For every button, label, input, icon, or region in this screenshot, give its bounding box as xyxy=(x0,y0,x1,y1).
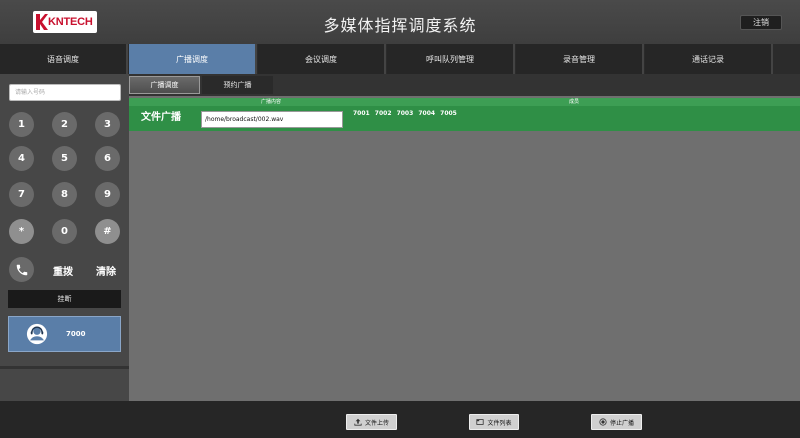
dial-key-4[interactable]: 4 xyxy=(9,146,34,171)
broadcast-table-header: 广播内容 成员 xyxy=(129,98,800,106)
clear-button[interactable]: 清除 xyxy=(96,263,116,278)
tab-recording[interactable]: 录音管理 xyxy=(516,44,644,74)
dialpad-panel: 1 2 3 4 5 6 7 8 9 * 0 # 重拨 清除 挂断 xyxy=(0,74,129,438)
dial-key-2[interactable]: 2 xyxy=(52,112,77,137)
hangup-button[interactable]: 挂断 xyxy=(8,290,121,308)
dial-key-8[interactable]: 8 xyxy=(52,182,77,207)
sub-tab-bar: 广播调度 预约广播 xyxy=(129,74,800,96)
stop-broadcast-label: 停止广播 xyxy=(609,419,634,427)
file-upload-label: 文件上传 xyxy=(364,419,389,427)
dial-key-9[interactable]: 9 xyxy=(95,182,120,207)
dial-key-5[interactable]: 5 xyxy=(52,146,77,171)
broadcast-members: 7001 7002 7003 7004 7005 xyxy=(353,110,457,117)
phone-icon xyxy=(16,264,27,275)
header-broadcast-content: 广播内容 xyxy=(261,99,282,105)
dial-key-hash[interactable]: # xyxy=(95,219,120,244)
tab-conference-dispatch[interactable]: 会议调度 xyxy=(258,44,386,74)
dial-key-star[interactable]: * xyxy=(9,219,34,244)
tab-voice-dispatch[interactable]: 语音调度 xyxy=(0,44,128,74)
file-list-icon xyxy=(476,419,485,425)
subtab-scheduled-broadcast[interactable]: 预约广播 xyxy=(202,76,273,94)
file-upload-button[interactable]: 文件上传 xyxy=(346,414,397,430)
stop-broadcast-button[interactable]: 停止广播 xyxy=(591,414,642,430)
operator-headset-icon xyxy=(26,323,48,345)
broadcast-type-label: 文件广播 xyxy=(141,112,181,123)
dial-key-1[interactable]: 1 xyxy=(9,112,34,137)
panel-divider xyxy=(0,366,129,369)
broadcast-file-input[interactable] xyxy=(201,111,343,128)
page-title: 多媒体指挥调度系统 xyxy=(323,16,477,35)
dial-key-0[interactable]: 0 xyxy=(52,219,77,244)
dial-key-6[interactable]: 6 xyxy=(95,146,120,171)
bottom-toolbar: 文件上传 文件列表 停止广播 xyxy=(0,401,800,438)
call-button[interactable] xyxy=(9,257,34,282)
logout-button[interactable]: 注销 xyxy=(740,15,782,30)
app-window: KNTECH 多媒体指挥调度系统 注销 语音调度 广播调度 会议调度 呼叫队列管… xyxy=(0,0,800,438)
redial-button[interactable]: 重拨 xyxy=(53,263,73,278)
stop-icon xyxy=(599,418,607,426)
extension-card[interactable]: 7000 xyxy=(8,316,121,352)
header-members: 成员 xyxy=(569,99,580,105)
main-nav: 语音调度 广播调度 会议调度 呼叫队列管理 录音管理 通话记录 xyxy=(0,44,800,74)
header-bar: KNTECH 多媒体指挥调度系统 注销 xyxy=(0,0,800,44)
broadcast-main-area xyxy=(129,96,800,401)
tab-call-records[interactable]: 通话记录 xyxy=(645,44,773,74)
tab-call-queue[interactable]: 呼叫队列管理 xyxy=(387,44,515,74)
broadcast-row[interactable]: 文件广播 7001 7002 7003 7004 7005 xyxy=(129,106,800,131)
tab-broadcast-dispatch[interactable]: 广播调度 xyxy=(129,44,257,74)
file-list-button[interactable]: 文件列表 xyxy=(469,414,519,430)
extension-number: 7000 xyxy=(66,330,86,338)
dial-key-7[interactable]: 7 xyxy=(9,182,34,207)
upload-icon xyxy=(354,418,362,426)
dial-key-3[interactable]: 3 xyxy=(95,112,120,137)
file-list-label: 文件列表 xyxy=(487,419,512,427)
subtab-broadcast-dispatch[interactable]: 广播调度 xyxy=(129,76,200,94)
dial-number-input[interactable] xyxy=(9,84,121,101)
